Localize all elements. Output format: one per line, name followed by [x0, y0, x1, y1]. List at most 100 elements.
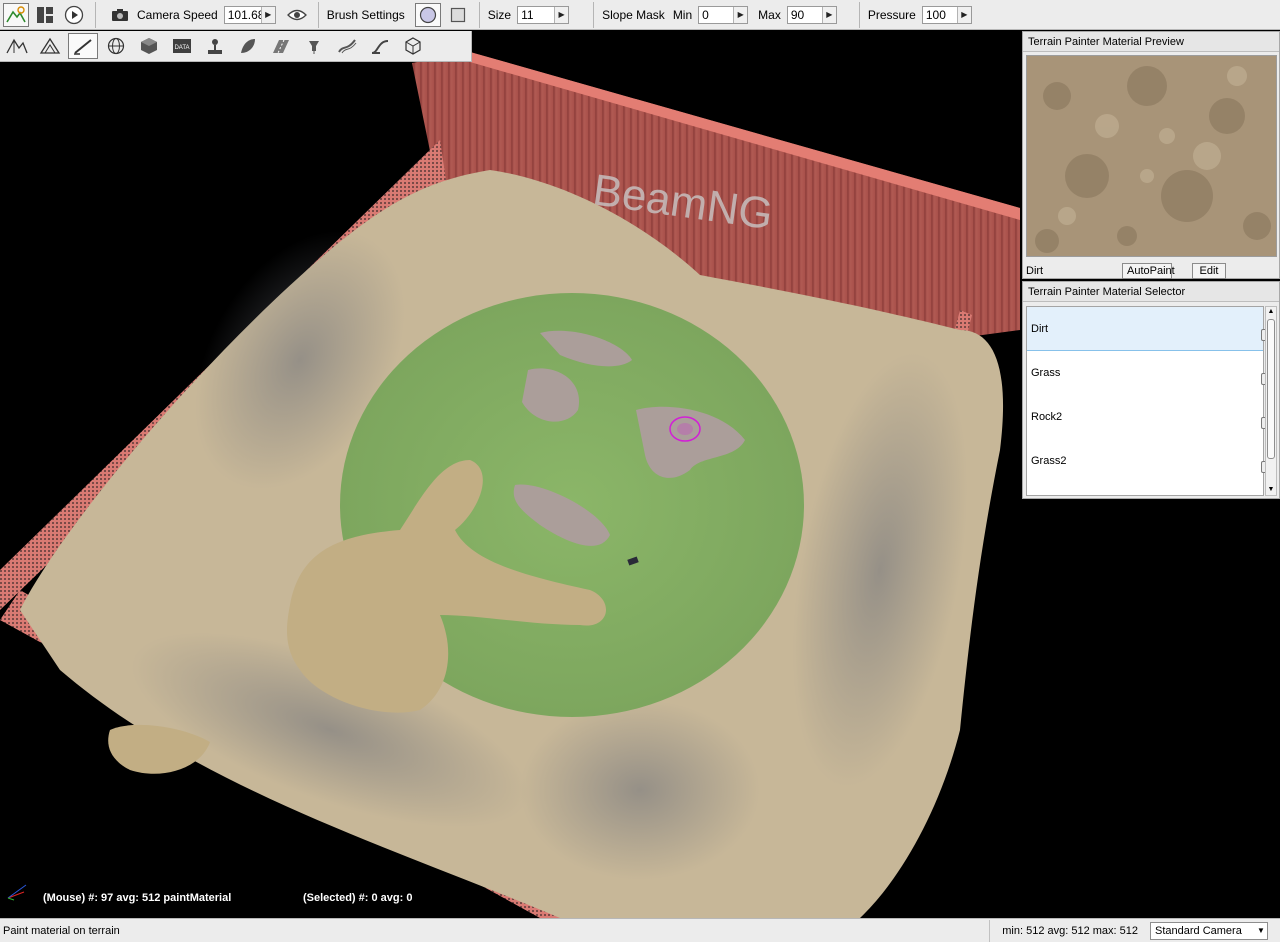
pressure-field[interactable]: 100 ▶	[921, 5, 972, 24]
pressure-value[interactable]: 100	[923, 7, 957, 23]
svg-text:DATA: DATA	[174, 45, 189, 51]
slope-max-value[interactable]: 90	[788, 7, 822, 23]
status-bar: Paint material on terrain min: 512 avg: …	[0, 918, 1280, 942]
scrollbar-thumb[interactable]	[1267, 319, 1275, 459]
leaf-icon	[241, 39, 255, 53]
paint-material-tool-button[interactable]	[68, 33, 98, 59]
dirt-texture	[1027, 56, 1276, 256]
toolbar-separator	[858, 1, 860, 28]
material-selector-title: Terrain Painter Material Selector	[1023, 282, 1279, 302]
material-selector-panel: Terrain Painter Material Selector Dirt G…	[1022, 281, 1280, 499]
material-preview-title: Terrain Painter Material Preview	[1023, 32, 1279, 52]
material-item-label: Grass	[1031, 367, 1061, 379]
road-tool-button[interactable]	[266, 33, 296, 59]
pressure-arrow-icon[interactable]: ▶	[956, 6, 971, 23]
pressure-label: Pressure	[867, 7, 916, 22]
road-icon	[273, 39, 289, 54]
toolbar-separator	[593, 1, 595, 28]
material-list-scrollbar[interactable]: ▲ ▼	[1265, 306, 1277, 496]
size-arrow-icon[interactable]: ▶	[554, 6, 569, 23]
camera-speed-field[interactable]: 101.68 ▶	[223, 5, 276, 24]
data-tool-button[interactable]: DATA	[167, 33, 197, 59]
river-icon	[338, 39, 357, 54]
autopaint-button[interactable]: AutoPaint	[1122, 263, 1175, 279]
material-preview-panel: Terrain Painter Material Preview Dirt Au…	[1022, 31, 1280, 279]
material-item-label: Rock2	[1031, 411, 1063, 423]
camera-button[interactable]	[107, 3, 133, 27]
brush-cursor-fill	[677, 423, 693, 435]
slope-max-arrow-icon[interactable]: ▶	[821, 6, 836, 23]
3d-viewport[interactable]: BeamNG (Mouse) #: 97 avg: 512 paintMater…	[0, 30, 1020, 918]
camera-speed-value[interactable]: 101.68	[225, 7, 261, 23]
slope-mask-label: Slope Mask	[602, 7, 665, 22]
material-item-label: Grass2	[1031, 455, 1067, 467]
slope-max-field[interactable]: 90 ▶	[786, 5, 837, 24]
status-message: Paint material on terrain	[3, 924, 120, 937]
preview-material-name: Dirt	[1026, 265, 1044, 277]
material-item-grass[interactable]: Grass	[1027, 351, 1267, 395]
select-terrain-tool-button[interactable]	[2, 33, 32, 59]
river-tool-button[interactable]	[332, 33, 362, 59]
mouse-info-readout: (Mouse) #: 97 avg: 512 paintMaterial	[43, 892, 232, 904]
object-tool-button[interactable]	[134, 33, 164, 59]
shape-tool-button[interactable]	[398, 33, 428, 59]
mountain-icon	[39, 37, 61, 54]
slope-min-arrow-icon[interactable]: ▶	[733, 6, 748, 23]
globe-icon	[107, 37, 125, 55]
slope-min-field[interactable]: 0 ▶	[698, 5, 749, 24]
mesh-road-icon	[371, 40, 389, 54]
globe-tool-button[interactable]	[101, 33, 131, 59]
camera-mode-select[interactable]: Standard Camera ▼	[1150, 921, 1268, 940]
material-preview-image	[1026, 55, 1277, 257]
play-icon	[64, 5, 84, 24]
material-item-grass2[interactable]: Grass2	[1027, 439, 1267, 483]
circle-brush-button[interactable]	[414, 2, 441, 27]
slope-min-label: Min	[672, 7, 693, 22]
decal-tool-button[interactable]	[299, 33, 329, 59]
size-field[interactable]: 11 ▶	[517, 5, 570, 24]
raise-height-tool-button[interactable]	[35, 33, 65, 59]
edit-material-button[interactable]: Edit	[1192, 263, 1226, 279]
camera-speed-arrow-icon[interactable]: ▶	[260, 6, 275, 23]
scroll-down-icon[interactable]: ▼	[1266, 485, 1276, 495]
paint-brush-icon	[74, 39, 92, 55]
terrain-tool-palette: DATA	[0, 31, 472, 62]
material-item-label: Dirt	[1031, 323, 1049, 335]
joystick-icon	[208, 39, 222, 54]
preview-footer: Dirt AutoPaint Edit	[1026, 262, 1278, 280]
pin-icon	[309, 41, 319, 54]
slope-max-label: Max	[758, 7, 781, 22]
window-layout-button[interactable]	[32, 3, 58, 27]
play-button[interactable]	[61, 3, 87, 27]
material-item-dirt[interactable]: Dirt	[1027, 307, 1267, 351]
visibility-button[interactable]	[284, 3, 310, 27]
axis-gizmo-icon	[7, 884, 27, 901]
brush-settings-label: Brush Settings	[326, 7, 405, 22]
terrain-select-icon	[6, 38, 28, 54]
size-value[interactable]: 11	[518, 7, 554, 23]
box-brush-button[interactable]	[445, 3, 471, 27]
toolbar-separator	[317, 1, 319, 28]
forest-tool-button[interactable]	[233, 33, 263, 59]
mesh-road-tool-button[interactable]	[365, 33, 395, 59]
polyhedron-icon	[405, 37, 421, 55]
size-label: Size	[487, 7, 512, 22]
selected-info-readout: (Selected) #: 0 avg: 0	[303, 892, 413, 904]
scroll-up-icon[interactable]: ▲	[1266, 307, 1276, 317]
terrain-editor-tool-button[interactable]	[3, 2, 29, 27]
camera-icon	[112, 8, 128, 21]
spawn-tool-button[interactable]	[200, 33, 230, 59]
terrain-shadow	[520, 700, 760, 880]
chevron-down-icon: ▼	[1257, 926, 1265, 935]
camera-mode-value: Standard Camera	[1155, 924, 1242, 937]
toolbar-separator	[478, 1, 480, 28]
box-brush-icon	[450, 7, 465, 22]
main-toolbar: Camera Speed 101.68 ▶ Brush Settings Siz…	[0, 0, 1280, 30]
eye-icon	[286, 9, 307, 20]
terrain-paint-icon	[6, 5, 26, 22]
material-item-rock2[interactable]: Rock2	[1027, 395, 1267, 439]
terrain-scene[interactable]: BeamNG	[0, 30, 1020, 918]
circle-brush-icon	[419, 6, 436, 23]
slope-min-value[interactable]: 0	[699, 7, 733, 23]
camera-speed-label: Camera Speed	[137, 7, 218, 22]
